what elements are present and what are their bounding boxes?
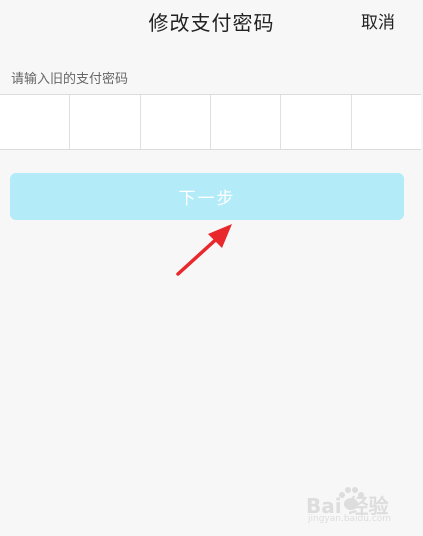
pin-cell-2[interactable] [70, 95, 141, 149]
password-input[interactable] [0, 94, 421, 150]
baidu-jingyan-watermark: Bai 经验 jingyan.baidu.com [306, 482, 416, 532]
page-title: 修改支付密码 [148, 11, 275, 35]
nav-bar: 修改支付密码 取消 [0, 0, 423, 40]
cancel-button[interactable]: 取消 [361, 8, 395, 33]
change-payment-password-screen: 修改支付密码 取消 请输入旧的支付密码 下一步 Bai 经验 jingyan.b… [0, 0, 423, 536]
pin-cell-1[interactable] [0, 95, 71, 149]
pin-cell-6[interactable] [351, 95, 421, 149]
red-arrow-icon [176, 224, 232, 276]
pin-cell-4[interactable] [210, 95, 282, 149]
pin-cell-3[interactable] [140, 95, 211, 149]
old-password-hint: 请输入旧的支付密码 [11, 72, 129, 87]
pin-cell-5[interactable] [281, 95, 352, 149]
next-step-button[interactable]: 下一步 [10, 173, 404, 220]
watermark-url: jingyan.baidu.com [308, 514, 392, 524]
